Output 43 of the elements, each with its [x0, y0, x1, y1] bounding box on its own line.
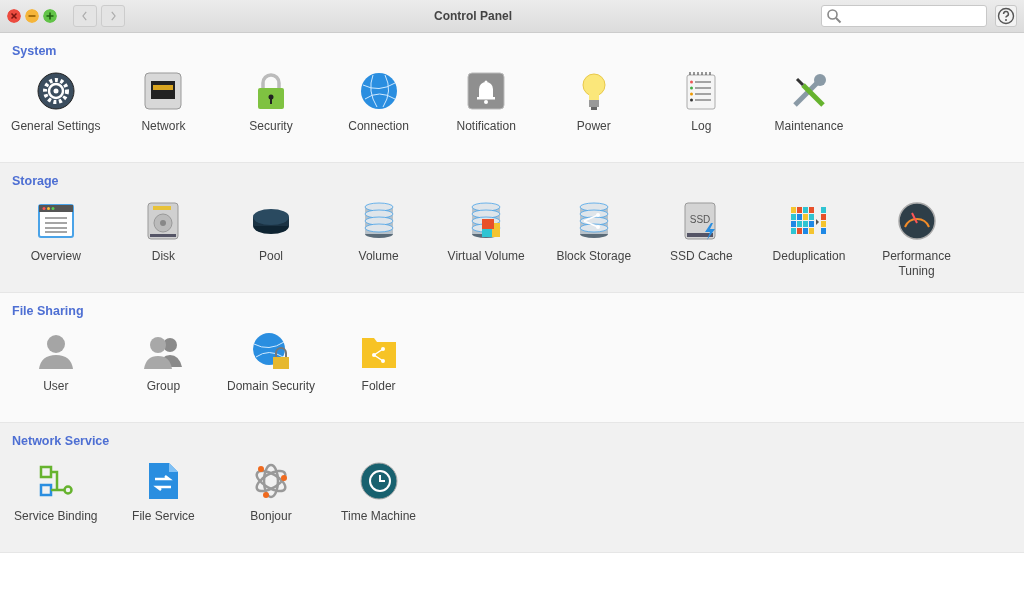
search-icon	[826, 8, 842, 24]
control-panel-item[interactable]: Overview	[2, 190, 110, 279]
close-button[interactable]	[7, 9, 21, 23]
control-panel-item[interactable]: Power	[539, 60, 648, 134]
control-panel-item[interactable]: User	[2, 320, 110, 394]
control-panel-item[interactable]: Volume	[324, 190, 433, 279]
control-panel-item[interactable]: Service Binding	[2, 450, 110, 524]
help-icon	[997, 7, 1015, 25]
control-panel-item[interactable]: Virtual Volume	[432, 190, 540, 279]
clock-icon	[358, 460, 399, 501]
control-panel-item[interactable]: Security	[217, 60, 325, 134]
control-panel-item[interactable]: Deduplication	[755, 190, 863, 279]
search-field[interactable]	[821, 5, 987, 27]
control-panel-item[interactable]: Pool	[217, 190, 325, 279]
control-panel-item[interactable]: Disk	[109, 190, 218, 279]
speedometer-icon	[896, 200, 937, 241]
control-panel-item[interactable]: Time Machine	[324, 450, 433, 524]
control-panel-item[interactable]: Log	[647, 60, 756, 134]
control-panel-item[interactable]: Domain Security	[217, 320, 325, 394]
globe-icon	[358, 70, 399, 111]
maximize-button[interactable]	[43, 9, 57, 23]
bell-icon	[466, 70, 507, 111]
control-panel-item[interactable]: Bonjour	[217, 450, 325, 524]
control-panel-item[interactable]: Folder	[324, 320, 433, 394]
control-panel-item[interactable]: Connection	[324, 60, 433, 134]
globe-padlock-icon	[251, 330, 291, 371]
control-panel-item[interactable]: Performance Tuning	[862, 190, 971, 279]
section-title: Storage	[12, 173, 59, 190]
control-panel-item[interactable]: General Settings	[2, 60, 110, 134]
gear-icon	[35, 70, 76, 111]
control-panel-item[interactable]: Network	[109, 60, 218, 134]
help-button[interactable]	[995, 5, 1017, 27]
ethernet-port-icon	[143, 70, 184, 111]
section-title: System	[12, 43, 57, 60]
section-title: Network Service	[12, 433, 110, 450]
control-panel-item[interactable]: Block Storage	[539, 190, 648, 279]
control-panel-item[interactable]: File Service	[109, 450, 218, 524]
control-panel-item[interactable]: SSD SSD Cache	[647, 190, 756, 279]
section-title: File Sharing	[12, 303, 84, 320]
control-panel-item[interactable]: Group	[109, 320, 218, 394]
control-panel-item[interactable]: Maintenance	[755, 60, 863, 134]
control-panel-item[interactable]: Notification	[432, 60, 540, 134]
window-title: Control Panel	[433, 8, 513, 25]
